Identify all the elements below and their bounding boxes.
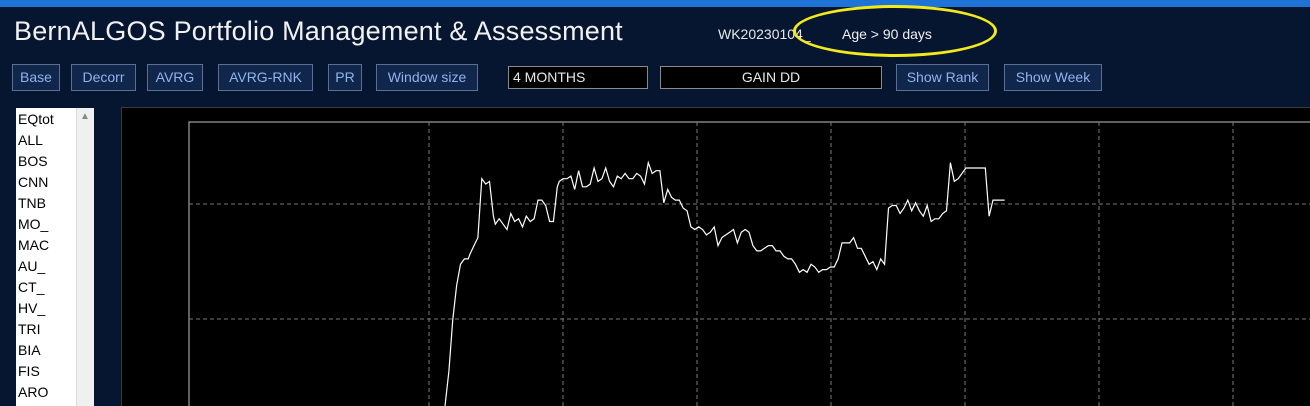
portfolio-listbox[interactable]: EQtot ALL BOS CNN TNB MO_ MAC AU_ CT_ HV_ TRI BIA FI… bbox=[16, 108, 94, 406]
list-item[interactable]: BIA bbox=[18, 340, 74, 361]
list-item[interactable]: ALL bbox=[18, 130, 74, 151]
list-item[interactable]: MO_ bbox=[18, 214, 74, 235]
metric-selector-field[interactable]: GAIN DD bbox=[660, 66, 882, 89]
app-window: BernALGOS Portfolio Management & Assessm… bbox=[0, 0, 1310, 406]
list-item[interactable]: HV_ bbox=[18, 298, 74, 319]
scroll-up-icon[interactable]: ▲ bbox=[80, 111, 90, 122]
show-rank-button[interactable]: Show Rank bbox=[896, 64, 989, 91]
decorr-button[interactable]: Decorr bbox=[71, 64, 136, 91]
window-size-field[interactable]: 4 MONTHS bbox=[508, 66, 648, 89]
base-button[interactable]: Base bbox=[12, 64, 60, 91]
list-item[interactable]: TNB bbox=[18, 193, 74, 214]
list-item[interactable]: EQtot bbox=[18, 109, 74, 130]
list-item[interactable]: BOS bbox=[18, 151, 74, 172]
show-week-button[interactable]: Show Week bbox=[1004, 64, 1102, 91]
plot-frame bbox=[188, 121, 1310, 406]
list-item[interactable]: MAC bbox=[18, 235, 74, 256]
pr-button[interactable]: PR bbox=[328, 64, 362, 91]
equity-chart bbox=[188, 121, 1310, 406]
avrg-button[interactable]: AVRG bbox=[147, 64, 203, 91]
window-top-accent-bar bbox=[0, 0, 1310, 7]
equity-series-line bbox=[444, 160, 1005, 406]
window-size-button[interactable]: Window size bbox=[376, 64, 478, 91]
page-title: BernALGOS Portfolio Management & Assessm… bbox=[14, 16, 623, 46]
list-item[interactable]: ARO bbox=[18, 382, 74, 403]
list-item[interactable]: AU_ bbox=[18, 256, 74, 277]
highlight-annotation-ellipse bbox=[793, 5, 997, 57]
list-item[interactable]: TRI bbox=[18, 319, 74, 340]
list-item[interactable]: CT_ bbox=[18, 277, 74, 298]
metric-selector-label: GAIN DD bbox=[741, 69, 801, 85]
equity-chart-area bbox=[121, 107, 1310, 406]
list-item[interactable]: FIS bbox=[18, 361, 74, 382]
portfolio-list: EQtot ALL BOS CNN TNB MO_ MAC AU_ CT_ HV_ TRI BIA FI… bbox=[18, 109, 74, 403]
avrg-rnk-button[interactable]: AVRG-RNK bbox=[218, 64, 313, 91]
list-item[interactable]: CNN bbox=[18, 172, 74, 193]
listbox-scrollbar[interactable]: ▲ bbox=[76, 108, 94, 406]
